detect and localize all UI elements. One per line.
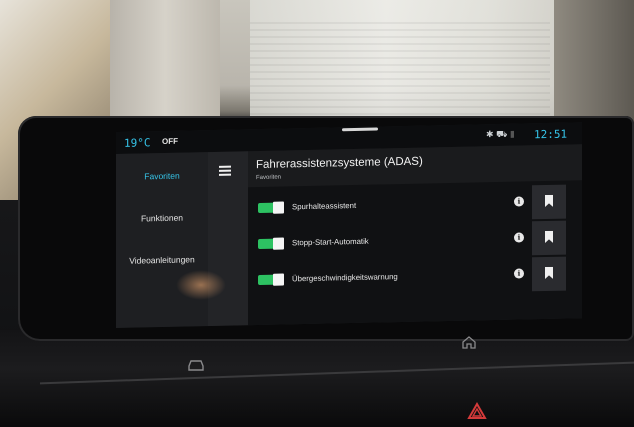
main-content: Fahrerassistenzsysteme (ADAS) Favoriten … bbox=[248, 144, 582, 326]
hazard-warning-icon[interactable] bbox=[467, 402, 487, 420]
row-label: Übergeschwindigkeitswarnung bbox=[292, 272, 398, 284]
light-reflection bbox=[176, 270, 226, 300]
car-hardware-icon[interactable] bbox=[186, 358, 206, 372]
clock: 12:51 bbox=[534, 127, 568, 142]
favorite-button[interactable] bbox=[532, 220, 566, 256]
dashboard bbox=[0, 330, 634, 427]
sidebar: Favoriten Funktionen Videoanleitungen bbox=[116, 152, 208, 328]
status-icons: ✱ ⛟ ▮ bbox=[486, 129, 515, 142]
bookmark-icon bbox=[545, 230, 553, 244]
car-icon: ⛟ bbox=[496, 128, 508, 140]
info-icon[interactable]: i bbox=[514, 232, 524, 243]
bookmark-icon bbox=[545, 266, 553, 280]
background-pillar bbox=[110, 0, 220, 120]
speed-warning-toggle[interactable] bbox=[258, 273, 284, 286]
lane-assist-toggle[interactable] bbox=[258, 201, 284, 214]
bluetooth-icon: ✱ bbox=[486, 129, 494, 140]
favorite-button[interactable] bbox=[532, 184, 566, 220]
row-label: Stopp-Start-Automatik bbox=[292, 236, 369, 248]
hamburger-menu-icon[interactable] bbox=[219, 165, 231, 176]
list-item: Übergeschwindigkeitswarnung i bbox=[248, 256, 582, 299]
sidebar-item-videoanleitungen[interactable]: Videoanleitungen bbox=[116, 254, 208, 266]
info-icon[interactable]: i bbox=[514, 196, 524, 207]
row-label: Spurhalteassistent bbox=[292, 200, 357, 212]
stop-start-toggle[interactable] bbox=[258, 237, 284, 250]
temperature-readout[interactable]: 19°C bbox=[124, 136, 151, 150]
page-title: Fahrerassistenzsysteme (ADAS) bbox=[256, 155, 423, 172]
bookmark-icon bbox=[545, 194, 553, 208]
favorite-button[interactable] bbox=[532, 256, 566, 292]
settings-list: Spurhalteassistent i Stopp-Start-Automat… bbox=[248, 180, 582, 326]
signal-icon: ▮ bbox=[509, 128, 515, 139]
sidebar-item-favoriten[interactable]: Favoriten bbox=[116, 170, 208, 182]
drag-handle[interactable] bbox=[342, 127, 378, 132]
ac-status[interactable]: OFF bbox=[162, 137, 178, 146]
page-subtitle: Favoriten bbox=[256, 174, 282, 182]
home-hardware-icon[interactable] bbox=[461, 335, 477, 349]
background-blinds bbox=[250, 20, 550, 115]
sidebar-item-funktionen[interactable]: Funktionen bbox=[116, 212, 208, 224]
info-icon[interactable]: i bbox=[514, 268, 524, 279]
